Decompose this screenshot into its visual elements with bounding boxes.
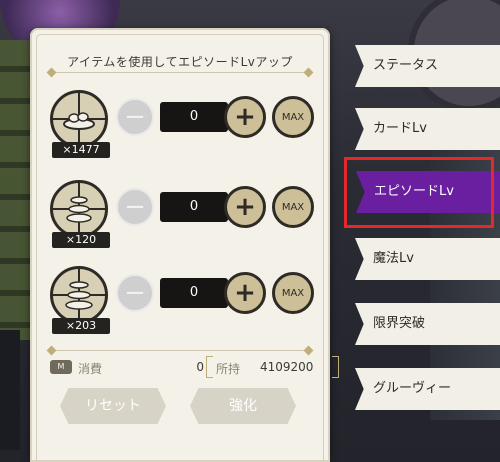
item-count-badge: ×120 <box>52 232 110 248</box>
decrease-button[interactable]: − <box>116 98 154 136</box>
tab-groovy[interactable]: グルーヴィー <box>355 368 500 410</box>
tab-status[interactable]: ステータス <box>355 45 500 87</box>
panel-title: アイテムを使用してエピソードLvアップ <box>67 55 293 69</box>
tiered-stand-icon <box>66 193 92 225</box>
max-button[interactable]: MAX <box>272 96 314 138</box>
consume-value: 0 <box>196 360 204 374</box>
item-count-badge: ×203 <box>52 318 110 334</box>
bracket-right <box>332 356 339 378</box>
consume-label: 消費 <box>78 362 103 376</box>
item-row: ×120 − 0 + MAX <box>50 180 314 260</box>
item-icon <box>50 180 108 238</box>
quantity-display: 0 <box>160 102 228 132</box>
tiered-stand-icon <box>65 278 93 312</box>
bracket-left <box>206 356 213 378</box>
enhance-button[interactable]: 強化 <box>190 388 296 424</box>
increase-button[interactable]: + <box>224 96 266 138</box>
increase-button[interactable]: + <box>224 272 266 314</box>
selection-highlight <box>344 157 494 228</box>
item-icon <box>50 90 108 148</box>
owned-label: 所持 <box>216 362 241 376</box>
top-divider <box>52 72 308 73</box>
increase-button[interactable]: + <box>224 186 266 228</box>
left-decoration <box>0 330 20 450</box>
tab-card-level[interactable]: カードLv <box>355 108 500 150</box>
decrease-button[interactable]: − <box>116 274 154 312</box>
item-icon <box>50 266 108 324</box>
item-row: ×1477 − 0 + MAX <box>50 90 314 170</box>
quantity-display: 0 <box>160 192 228 222</box>
tab-limit-break[interactable]: 限界突破 <box>355 303 500 345</box>
item-row: ×203 − 0 + MAX <box>50 266 314 346</box>
decrease-button[interactable]: − <box>116 188 154 226</box>
food-plate-icon <box>63 112 95 130</box>
max-button[interactable]: MAX <box>272 186 314 228</box>
bottom-divider <box>52 350 308 351</box>
quantity-display: 0 <box>160 278 228 308</box>
reset-button[interactable]: リセット <box>60 388 166 424</box>
max-button[interactable]: MAX <box>272 272 314 314</box>
madol-currency-icon: M <box>50 360 72 374</box>
cost-row: M 消費 0 所持 4109200 <box>50 356 339 380</box>
owned-value: 4109200 <box>260 360 314 374</box>
tab-magic-level[interactable]: 魔法Lv <box>355 238 500 280</box>
item-count-badge: ×1477 <box>52 142 110 158</box>
episode-level-panel: アイテムを使用してエピソードLvアップ ×1477 − 0 + MAX ×120 <box>30 28 339 462</box>
